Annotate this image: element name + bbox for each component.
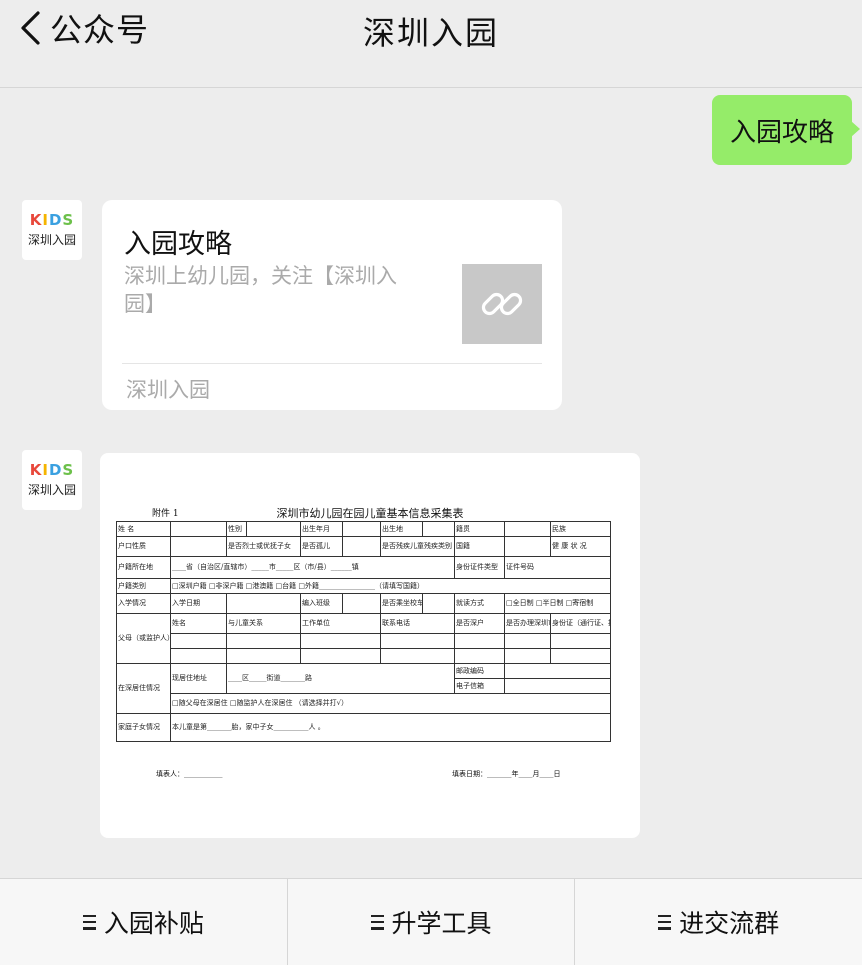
menu-item-label: 入园补贴 [103,909,204,938]
form-footer-date: 填表日期：_______年____月____日 [452,770,561,778]
menu-item-label: 进交流群 [679,909,780,938]
link-card-title: 入园攻略 [124,229,232,260]
top-bar: 公众号 深圳入园 [0,0,862,88]
form-image-message[interactable]: 附件 1 深圳市幼儿园在园儿童基本信息采集表 姓 名性别 出生年月 出生地 籍贯 民族 … [100,453,640,838]
form-row: 入学情况 入学日期 编入班级 是否乘坐校车 就读方式 □全日制 □半日制 □寄宿制 [116,593,611,614]
account-avatar[interactable]: KIDS 深圳入园 [22,200,82,260]
sent-message-bubble[interactable]: 入园攻略 [711,95,861,165]
bottom-menu: 入园补贴 升学工具 进交流群 [0,878,862,965]
avatar-name: 深圳入园 [27,233,76,247]
link-card-thumbnail [462,264,542,344]
link-icon [481,292,523,316]
avatar-name: 深圳入园 [27,483,76,497]
form-row: 父母（或监护人）情况姓名与儿童关系工作单位联系电话是否深户是否办理深圳市居住证身… [116,613,611,664]
menu-icon [370,914,384,930]
form-row: 姓 名性别 出生年月 出生地 籍贯 民族 [116,521,611,537]
form-row: 户籍类别 □深圳户籍 □非深户籍 □港澳籍 □台籍 □外籍____________… [116,578,611,594]
kids-logo: KIDS [29,211,75,229]
link-card-divider [122,363,542,364]
kids-logo: KIDS [29,461,75,479]
form-row: 家庭子女情况 本儿童是第_______胎，家中子女__________人 。 [116,713,611,742]
form-row: 户籍所在地 ____省（自治区/直辖市）_____市_____区（市/县）____… [116,556,611,579]
form-table: 姓 名性别 出生年月 出生地 籍贯 民族 户口性质 是否烈士或优抚子女 是否孤儿 是否残疾儿童… [116,521,611,742]
form-title: 深圳市幼儿园在园儿童基本信息采集表 [276,507,464,520]
menu-item-tools[interactable]: 升学工具 [286,879,575,965]
menu-icon [658,914,672,930]
menu-item-label: 升学工具 [391,909,492,938]
link-card[interactable]: 入园攻略 深圳上幼儿园，关注【深圳入园】 深圳入园 [102,200,562,410]
form-row: 在深居住情况 现居住地址 ____区_____街道_______路 邮政编码 [116,663,611,714]
account-avatar[interactable]: KIDS 深圳入园 [22,450,82,510]
link-card-source: 深圳入园 [126,378,210,402]
form-row: 户口性质 是否烈士或优抚子女 是否孤儿 是否残疾儿童残疾类别 国籍健 康 状 况 [116,536,611,557]
menu-item-group[interactable]: 进交流群 [574,879,862,965]
menu-icon [82,914,96,930]
sent-message-text: 入园攻略 [729,117,834,148]
link-card-description: 深圳上幼儿园，关注【深圳入园】 [124,264,397,316]
form-footer-filler: 填表人：___________ [156,770,223,778]
menu-item-subsidy[interactable]: 入园补贴 [0,879,287,965]
page-title: 深圳入园 [362,14,499,52]
